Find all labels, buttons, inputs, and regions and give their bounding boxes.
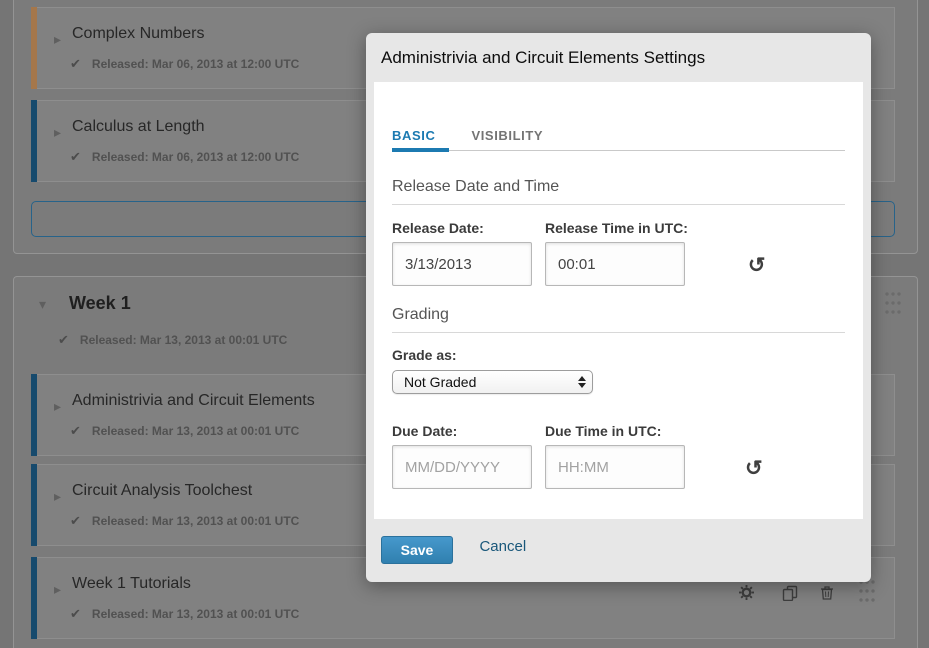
select-arrows-icon xyxy=(578,376,586,388)
release-section-heading: Release Date and Time xyxy=(392,178,845,205)
grade-as-label: Grade as: xyxy=(392,347,845,363)
release-text: Released: Mar 13, 2013 at 00:01 UTC xyxy=(92,607,299,621)
studio-outline-screen: { "modal": { "title": "Administrivia and… xyxy=(0,0,929,648)
subsection-title: Circuit Analysis Toolchest xyxy=(72,482,252,500)
expanded-toggle-icon[interactable]: ▾ xyxy=(39,296,46,313)
modal-footer: Save Cancel xyxy=(366,519,871,582)
modal-header: Administrivia and Circuit Elements Setti… xyxy=(366,33,871,82)
status-bar xyxy=(31,100,37,182)
status-bar xyxy=(31,374,37,456)
release-status: ✔ Released: Mar 13, 2013 at 00:01 UTC xyxy=(70,606,299,622)
modal-title: Administrivia and Circuit Elements Setti… xyxy=(381,48,856,68)
check-icon: ✔ xyxy=(70,149,81,164)
subsection-title: Calculus at Length xyxy=(72,118,205,136)
modal-body: BASIC VISIBILITY Release Date and Time R… xyxy=(374,82,863,519)
subsection-actions-row xyxy=(739,585,889,602)
release-date-input[interactable] xyxy=(392,242,532,286)
cancel-link[interactable]: Cancel xyxy=(479,538,526,555)
section-title: Week 1 xyxy=(69,293,131,314)
due-field-row: Due Date: Due Time in UTC: ↺ xyxy=(392,423,845,489)
subsection-settings-modal: Administrivia and Circuit Elements Setti… xyxy=(366,33,871,582)
status-bar xyxy=(31,464,37,546)
reset-due-icon[interactable]: ↺ xyxy=(745,458,763,479)
save-button[interactable]: Save xyxy=(381,536,453,564)
release-time-label: Release Time in UTC: xyxy=(545,220,688,236)
release-time-field-group: Release Time in UTC: xyxy=(545,220,688,286)
tab-bar: BASIC VISIBILITY xyxy=(392,128,845,151)
due-date-label: Due Date: xyxy=(392,423,532,439)
release-status: ✔ Released: Mar 13, 2013 at 00:01 UTC xyxy=(58,332,287,348)
release-text: Released: Mar 13, 2013 at 00:01 UTC xyxy=(80,333,287,347)
reset-release-icon[interactable]: ↺ xyxy=(748,255,766,276)
delete-icon[interactable] xyxy=(820,585,834,600)
drag-handle[interactable] xyxy=(859,580,875,606)
release-date-field-group: Release Date: xyxy=(392,220,532,286)
due-time-input[interactable] xyxy=(545,445,685,489)
duplicate-icon[interactable] xyxy=(782,585,798,601)
release-status: ✔ Released: Mar 13, 2013 at 00:01 UTC xyxy=(70,423,299,439)
grade-as-selected-value: Not Graded xyxy=(404,374,578,390)
grading-section-heading: Grading xyxy=(392,306,845,333)
status-bar xyxy=(31,7,37,89)
release-status: ✔ Released: Mar 06, 2013 at 12:00 UTC xyxy=(70,149,299,165)
release-date-label: Release Date: xyxy=(392,220,532,236)
release-text: Released: Mar 06, 2013 at 12:00 UTC xyxy=(92,57,299,71)
check-icon: ✔ xyxy=(70,513,81,528)
collapsed-toggle-icon[interactable]: ▸ xyxy=(54,488,61,505)
drag-handle[interactable] xyxy=(885,292,901,318)
release-status: ✔ Released: Mar 06, 2013 at 12:00 UTC xyxy=(70,56,299,72)
gear-icon[interactable] xyxy=(739,585,754,600)
due-date-field-group: Due Date: xyxy=(392,423,532,489)
tab-basic[interactable]: BASIC xyxy=(392,128,435,143)
release-status: ✔ Released: Mar 13, 2013 at 00:01 UTC xyxy=(70,513,299,529)
release-text: Released: Mar 13, 2013 at 00:01 UTC xyxy=(92,424,299,438)
release-text: Released: Mar 13, 2013 at 00:01 UTC xyxy=(92,514,299,528)
collapsed-toggle-icon[interactable]: ▸ xyxy=(54,31,61,48)
grade-as-select[interactable]: Not Graded xyxy=(392,370,593,394)
collapsed-toggle-icon[interactable]: ▸ xyxy=(54,124,61,141)
release-time-input[interactable] xyxy=(545,242,685,286)
status-bar xyxy=(31,557,37,639)
subsection-title: Week 1 Tutorials xyxy=(72,575,191,593)
subsection-title: Complex Numbers xyxy=(72,25,204,43)
collapsed-toggle-icon[interactable]: ▸ xyxy=(54,398,61,415)
check-icon: ✔ xyxy=(58,332,69,347)
due-time-label: Due Time in UTC: xyxy=(545,423,685,439)
due-time-field-group: Due Time in UTC: xyxy=(545,423,685,489)
check-icon: ✔ xyxy=(70,56,81,71)
due-date-input[interactable] xyxy=(392,445,532,489)
release-field-row: Release Date: Release Time in UTC: ↺ xyxy=(392,220,845,286)
check-icon: ✔ xyxy=(70,423,81,438)
collapsed-toggle-icon[interactable]: ▸ xyxy=(54,581,61,598)
release-text: Released: Mar 06, 2013 at 12:00 UTC xyxy=(92,150,299,164)
subsection-title: Administrivia and Circuit Elements xyxy=(72,392,315,410)
check-icon: ✔ xyxy=(70,606,81,621)
tab-visibility[interactable]: VISIBILITY xyxy=(471,128,543,143)
